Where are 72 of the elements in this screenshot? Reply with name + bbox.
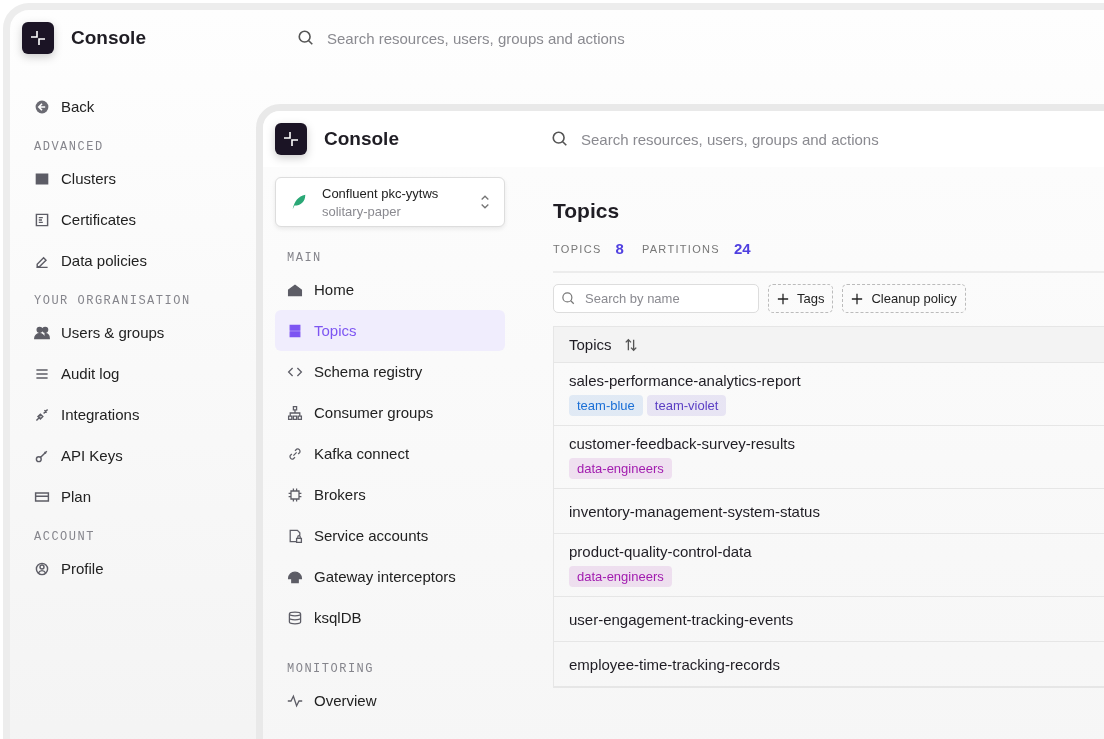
tag: data-engineers [569,458,672,479]
filter-button[interactable]: Cleanup policy [842,284,966,313]
nav-item[interactable]: Certificates [34,199,254,240]
stat-label: PARTITIONS [641,242,720,255]
column-header[interactable]: Topics [554,336,638,353]
search-field[interactable]: Search resources, users, groups and actions [581,130,911,148]
topic-name: inventory-management-system-status [569,502,821,520]
hierarchy-icon [287,404,303,421]
nav-item[interactable]: Clusters [34,158,254,199]
search-icon [561,291,576,306]
sort-icon [623,337,638,352]
nav-item[interactable]: ksqlDB [275,597,505,638]
cluster-selector[interactable]: Confluent pkc-yytws solitary-paper [275,177,505,227]
topic-name: customer-feedback-survey-results [569,435,796,452]
nav-item[interactable]: Users & groups [34,312,254,353]
back-link[interactable]: Back [34,86,254,127]
nav-item[interactable]: Overview [275,680,505,721]
chevron-up-down-icon [480,193,490,211]
chip-icon [287,486,303,503]
logo-icon [275,123,307,155]
section-heading: MAIN [286,250,323,267]
nav-item[interactable]: Brokers [275,474,505,515]
stat-value: 8 [615,240,624,257]
pulse-icon [287,692,303,709]
topic-name: user-engagement-tracking-events [569,610,795,628]
search-icon [297,29,315,47]
app-title: Console [324,128,399,150]
section-heading: ACCOUNT [34,529,96,546]
stat-label: TOPICS [553,242,602,255]
link-icon [287,445,303,462]
nav-item[interactable]: Profile [34,548,254,589]
search-field[interactable]: Search resources, users, groups and actions [327,29,657,47]
certificate-icon [34,211,50,228]
nav-item[interactable]: Topics [275,310,505,351]
topic-name: sales-performance-analytics-report [569,372,802,389]
tag: team-violet [646,395,727,416]
stat-value: 24 [733,240,751,257]
nav-item[interactable]: Data policies [34,240,254,281]
filter-button[interactable]: Tags [768,284,834,313]
nav-item[interactable]: Consumer groups [275,392,505,433]
nav-item[interactable]: Plan [34,476,254,517]
nav-item[interactable]: Kafka connect [275,433,505,474]
nav-item[interactable]: Schema registry [275,351,505,392]
topic-name: product-quality-control-data [569,543,753,560]
section-heading: YOUR ORGRANISATION [34,293,192,310]
plug-icon [34,406,50,423]
section-heading: ADVANCED [34,139,105,156]
tag: team-blue [569,395,643,416]
search-icon [551,130,569,148]
nav-item[interactable]: Integrations [34,394,254,435]
app-title: Console [71,27,146,49]
stack-icon [287,322,303,339]
search-field[interactable]: Search by name [553,284,759,313]
plus-icon [777,292,789,305]
users-icon [34,324,50,341]
locked-file-icon [287,527,303,544]
cluster-name: Confluent pkc-yytws [322,185,440,201]
logo-icon [22,22,54,54]
nav-item[interactable]: API Keys [34,435,254,476]
plus-icon [851,292,864,305]
tag: data-engineers [569,566,672,587]
nav-item[interactable]: Audit log [34,353,254,394]
back-icon [34,98,50,115]
topic-name: employee-time-tracking-records [569,655,781,673]
nav-item[interactable]: Home [275,269,505,310]
feather-icon [290,193,308,211]
page-title: Topics [553,199,621,223]
database-icon [287,609,303,626]
nav-item[interactable]: Service accounts [275,515,505,556]
section-heading: MONITORING [286,661,375,678]
cluster-subtitle: solitary-paper [322,203,402,219]
nav-item[interactable]: Gateway interceptors [275,556,505,597]
